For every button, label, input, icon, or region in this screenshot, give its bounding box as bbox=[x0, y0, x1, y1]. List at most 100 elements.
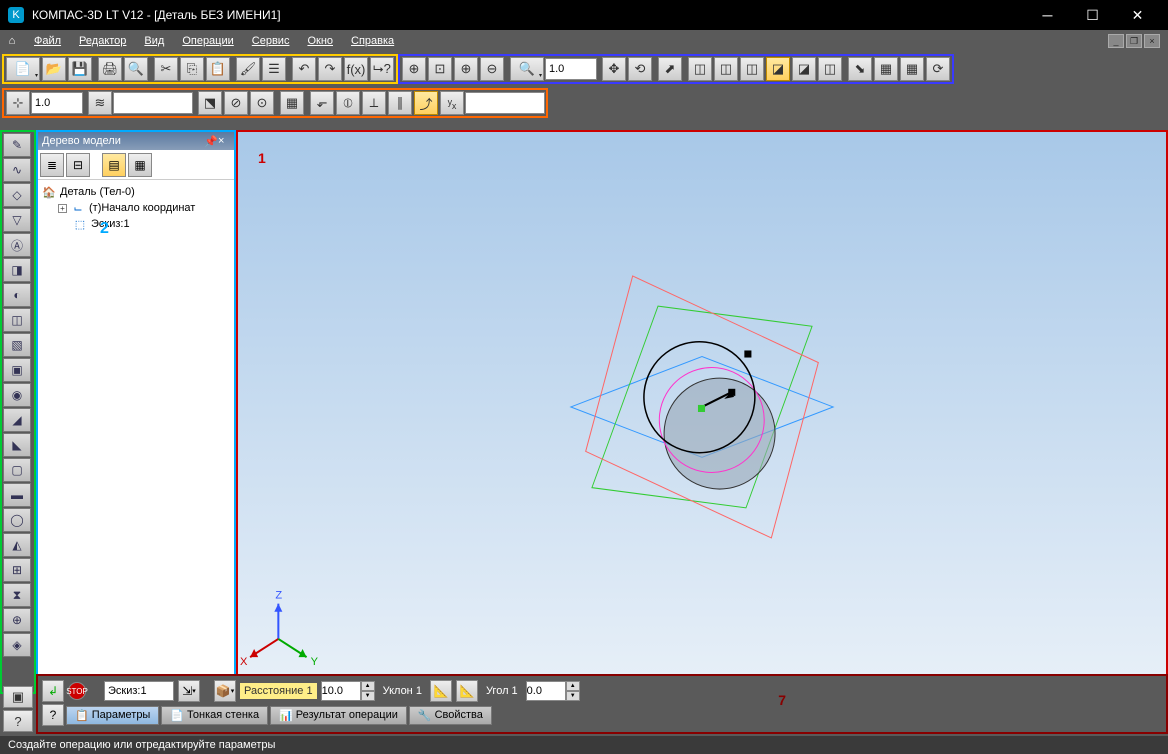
scale-input[interactable] bbox=[31, 92, 83, 114]
tab-properties[interactable]: 🔧Свойства bbox=[409, 706, 492, 725]
rectangle-button[interactable]: ◇ bbox=[3, 183, 31, 207]
paste-button[interactable]: 📋 bbox=[206, 57, 230, 81]
sketch-combo[interactable] bbox=[104, 681, 174, 701]
xy-coords-button[interactable]: ʸₓ bbox=[440, 91, 464, 115]
direction-button[interactable]: 📦▾ bbox=[214, 680, 236, 702]
boolean-button[interactable]: ⊕ bbox=[3, 608, 31, 632]
rib-button[interactable]: ▬ bbox=[3, 483, 31, 507]
pan-button[interactable]: ✥ bbox=[602, 57, 626, 81]
mdi-minimize[interactable]: _ bbox=[1108, 34, 1124, 48]
zoom-fit-button[interactable]: ⊡ bbox=[428, 57, 452, 81]
pattern-button[interactable]: ⊞ bbox=[3, 558, 31, 582]
hidden-remove-button[interactable]: ◫ bbox=[740, 57, 764, 81]
distance-spinner[interactable]: ▲▼ bbox=[321, 681, 375, 701]
brush-button[interactable]: 🖌 bbox=[236, 57, 260, 81]
cut-extrude-button[interactable]: ▣ bbox=[3, 358, 31, 382]
chamfer-button[interactable]: ◣ bbox=[3, 433, 31, 457]
open-button[interactable]: 📂 bbox=[42, 57, 66, 81]
fillet-button[interactable]: ◢ bbox=[3, 408, 31, 432]
hole-button[interactable]: ◯ bbox=[3, 508, 31, 532]
system-menu-icon[interactable]: ⌂ bbox=[4, 33, 20, 49]
zoom-input[interactable] bbox=[545, 58, 597, 80]
tree-mode1-button[interactable]: ≣ bbox=[40, 153, 64, 177]
perpend-button[interactable]: ⟂ bbox=[362, 91, 386, 115]
zoom-prev-button[interactable]: 🔍▾ bbox=[510, 57, 544, 81]
mdi-close[interactable]: × bbox=[1144, 34, 1160, 48]
tree-close-icon[interactable]: × bbox=[218, 135, 230, 147]
redo-button[interactable]: ↷ bbox=[318, 57, 342, 81]
menu-service[interactable]: Сервис bbox=[244, 33, 298, 49]
viewport-3d[interactable]: 1 bbox=[236, 130, 1168, 694]
revolve-button[interactable]: ◐ bbox=[3, 283, 31, 307]
surface-button[interactable]: ◈ bbox=[3, 633, 31, 657]
tree-mode4-button[interactable]: ▦ bbox=[128, 153, 152, 177]
loft-button[interactable]: ▧ bbox=[3, 333, 31, 357]
perspective-button[interactable]: ◫ bbox=[818, 57, 842, 81]
shaded-wire-button[interactable]: ◪ bbox=[766, 57, 790, 81]
sweep-button[interactable]: ◫ bbox=[3, 308, 31, 332]
save-button[interactable]: 💾 bbox=[68, 57, 92, 81]
simplify-button[interactable]: ⬊ bbox=[848, 57, 872, 81]
minimize-button[interactable]: ─ bbox=[1025, 0, 1070, 30]
apply-button[interactable]: ↲ bbox=[42, 680, 64, 702]
grid-button[interactable]: ▦ bbox=[280, 91, 304, 115]
tree-sketch-node[interactable]: ⬚ Эскиз:1 bbox=[42, 216, 230, 232]
zoom-window-button[interactable]: ⊕ bbox=[402, 57, 426, 81]
angle-spinner[interactable]: ▲▼ bbox=[526, 681, 580, 701]
sketch-select-button[interactable]: ⇲▾ bbox=[178, 680, 200, 702]
slope-in-button[interactable]: 📐 bbox=[456, 680, 478, 702]
cut-revolve-button[interactable]: ◉ bbox=[3, 383, 31, 407]
snap-mid-button[interactable]: ⊘ bbox=[224, 91, 248, 115]
cancel-button[interactable]: STOP bbox=[68, 682, 86, 700]
preview-button[interactable]: 🔍 bbox=[124, 57, 148, 81]
refresh-button[interactable]: ⟳ bbox=[926, 57, 950, 81]
expand-icon[interactable]: + bbox=[58, 204, 67, 213]
distance-input[interactable] bbox=[321, 681, 361, 701]
parallel-button[interactable]: ∥ bbox=[388, 91, 412, 115]
orient-button[interactable]: ⬈ bbox=[658, 57, 682, 81]
hide-button[interactable]: ▦ bbox=[900, 57, 924, 81]
cut-button[interactable]: ✂ bbox=[154, 57, 178, 81]
measure-button[interactable]: Ⓐ bbox=[3, 233, 31, 257]
mirror-button[interactable]: ⧗ bbox=[3, 583, 31, 607]
menu-file[interactable]: Файл bbox=[26, 33, 69, 49]
undo-button[interactable]: ↶ bbox=[292, 57, 316, 81]
slope-out-button[interactable]: 📐 bbox=[430, 680, 452, 702]
tab-parameters[interactable]: 📋Параметры bbox=[66, 706, 159, 725]
menu-operations[interactable]: Операции bbox=[174, 33, 241, 49]
section-button[interactable]: ▦ bbox=[874, 57, 898, 81]
zoom-out-button[interactable]: ⊖ bbox=[480, 57, 504, 81]
menu-view[interactable]: Вид bbox=[136, 33, 172, 49]
maximize-button[interactable]: ☐ bbox=[1070, 0, 1115, 30]
print-button[interactable]: 🖨 bbox=[98, 57, 122, 81]
hidden-thin-button[interactable]: ◫ bbox=[714, 57, 738, 81]
draft-button[interactable]: ◭ bbox=[3, 533, 31, 557]
menu-editor[interactable]: Редактор bbox=[71, 33, 134, 49]
round-button[interactable]: ⤴ bbox=[414, 91, 438, 115]
tab-thin-wall[interactable]: 📄Тонкая стенка bbox=[161, 706, 268, 725]
mdi-restore[interactable]: ❐ bbox=[1126, 34, 1142, 48]
props-help-button[interactable]: ? bbox=[42, 704, 64, 726]
tab-result[interactable]: 📊Результат операции bbox=[270, 706, 407, 725]
tree-origin-node[interactable]: + ⌙ (т)Начало координат bbox=[42, 200, 230, 216]
layers-button[interactable]: ≋ bbox=[88, 91, 112, 115]
spline-button[interactable]: ∿ bbox=[3, 158, 31, 182]
shaded-button[interactable]: ◪ bbox=[792, 57, 816, 81]
help-cursor-button[interactable]: ⮡? bbox=[370, 57, 394, 81]
extrude-button[interactable]: ◨ bbox=[3, 258, 31, 282]
tree-mode3-button[interactable]: ▤ bbox=[102, 153, 126, 177]
snap-end-button[interactable]: ⬔ bbox=[198, 91, 222, 115]
bl-btn-help[interactable]: ? bbox=[3, 710, 33, 732]
properties-button[interactable]: ☰ bbox=[262, 57, 286, 81]
menu-window[interactable]: Окно bbox=[299, 33, 341, 49]
layer-input[interactable] bbox=[113, 92, 193, 114]
shell-button[interactable]: ▢ bbox=[3, 458, 31, 482]
ortho-button[interactable]: ⬐ bbox=[310, 91, 334, 115]
pin-icon[interactable]: 📌 bbox=[204, 135, 216, 147]
tree-root-node[interactable]: 🏠 Деталь (Тел-0) bbox=[42, 184, 230, 200]
zoom-in-button[interactable]: ⊕ bbox=[454, 57, 478, 81]
edit-sketch-button[interactable]: ✎ bbox=[3, 133, 31, 157]
coord-input[interactable] bbox=[465, 92, 545, 114]
tree-mode2-button[interactable]: ⊟ bbox=[66, 153, 90, 177]
wireframe-button[interactable]: ◫ bbox=[688, 57, 712, 81]
